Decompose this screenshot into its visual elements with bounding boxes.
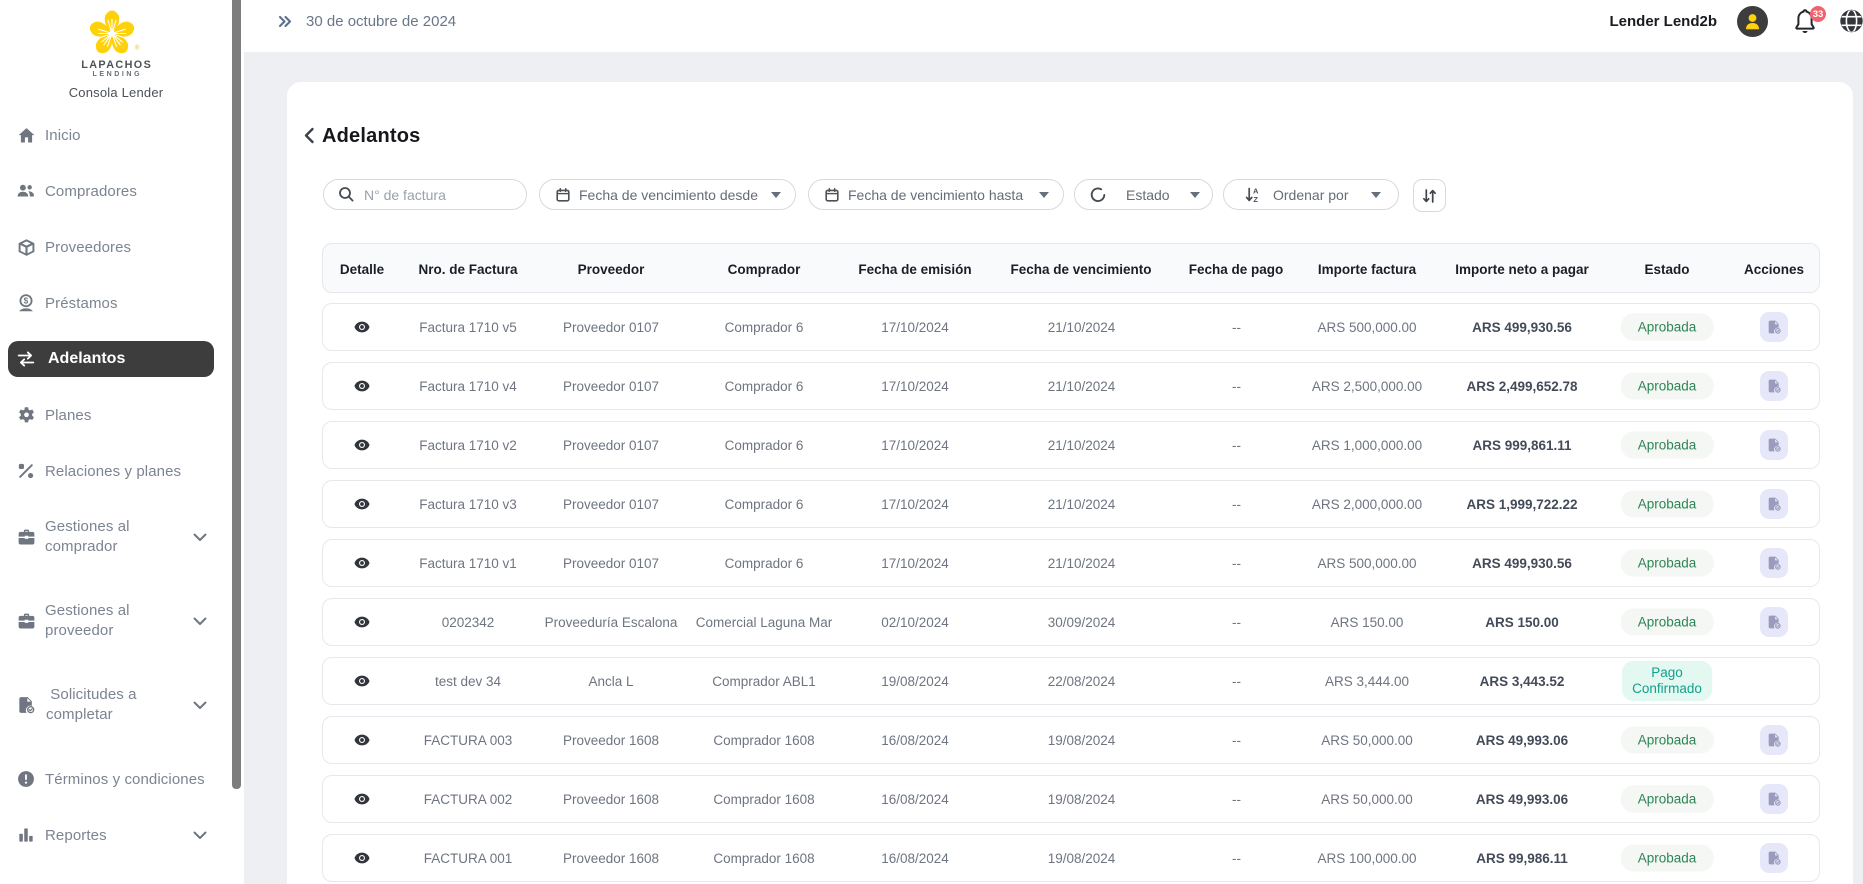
svg-text:®: ® [135,45,140,52]
svg-text:$: $ [24,297,29,306]
svg-text:Z: Z [1253,195,1258,203]
